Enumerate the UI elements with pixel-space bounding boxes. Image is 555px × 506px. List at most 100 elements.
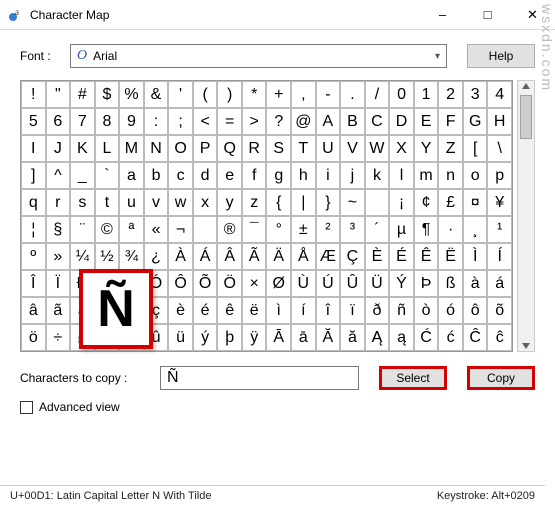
char-cell[interactable]: H [487, 108, 512, 135]
char-cell[interactable]: h [291, 162, 316, 189]
char-cell[interactable]: ¥ [487, 189, 512, 216]
char-cell[interactable]: l [389, 162, 414, 189]
char-cell[interactable]: ^ [46, 162, 71, 189]
char-cell[interactable]: I [21, 135, 46, 162]
copy-button[interactable]: Copy [467, 366, 535, 390]
char-cell[interactable]: þ [217, 324, 242, 351]
char-cell[interactable]: ñ [389, 297, 414, 324]
char-cell[interactable]: ( [193, 81, 218, 108]
char-cell[interactable]: è [168, 297, 193, 324]
char-cell[interactable]: ® [217, 216, 242, 243]
char-cell[interactable]: ¸ [463, 216, 488, 243]
char-cell[interactable]: s [70, 189, 95, 216]
char-cell[interactable]: « [144, 216, 169, 243]
char-cell[interactable]: Æ [316, 243, 341, 270]
char-cell[interactable]: ° [266, 216, 291, 243]
char-cell[interactable]: P [193, 135, 218, 162]
char-cell[interactable]: ê [217, 297, 242, 324]
char-cell[interactable]: Ā [266, 324, 291, 351]
char-cell[interactable]: ) [217, 81, 242, 108]
char-cell[interactable]: d [193, 162, 218, 189]
char-cell[interactable]: B [340, 108, 365, 135]
char-cell[interactable]: " [46, 81, 71, 108]
char-cell[interactable]: L [95, 135, 120, 162]
char-cell[interactable]: > [242, 108, 267, 135]
char-cell[interactable]: U [316, 135, 341, 162]
char-cell[interactable]: 8 [95, 108, 120, 135]
char-cell[interactable]: k [365, 162, 390, 189]
char-cell[interactable]: 5 [21, 108, 46, 135]
char-cell[interactable]: | [291, 189, 316, 216]
char-cell[interactable]: ¶ [414, 216, 439, 243]
char-cell[interactable]: _ [70, 162, 95, 189]
char-cell[interactable]: z [242, 189, 267, 216]
char-cell[interactable]: ! [21, 81, 46, 108]
char-cell[interactable]: ý [193, 324, 218, 351]
char-cell[interactable]: Â [217, 243, 242, 270]
char-cell[interactable]: E [414, 108, 439, 135]
char-cell[interactable]: S [266, 135, 291, 162]
char-cell[interactable]: N [144, 135, 169, 162]
char-cell[interactable]: 0 [389, 81, 414, 108]
char-cell[interactable]: u [119, 189, 144, 216]
char-cell[interactable]: Û [340, 270, 365, 297]
char-cell[interactable]: < [193, 108, 218, 135]
char-cell[interactable]: ; [168, 108, 193, 135]
advanced-view-checkbox[interactable] [20, 401, 33, 414]
char-cell[interactable]: a [119, 162, 144, 189]
char-cell[interactable]: . [340, 81, 365, 108]
char-cell[interactable]: Á [193, 243, 218, 270]
char-cell[interactable]: Y [414, 135, 439, 162]
char-cell[interactable]: Ï [46, 270, 71, 297]
char-cell[interactable]: 6 [46, 108, 71, 135]
char-cell[interactable]: ă [340, 324, 365, 351]
char-cell[interactable]: Ô [168, 270, 193, 297]
char-cell[interactable]: Þ [414, 270, 439, 297]
char-cell[interactable]: Å [291, 243, 316, 270]
char-cell[interactable]: D [389, 108, 414, 135]
char-cell[interactable]: x [193, 189, 218, 216]
char-cell[interactable]: Ì [463, 243, 488, 270]
char-cell[interactable]: ] [21, 162, 46, 189]
characters-to-copy-input[interactable]: Ñ [160, 366, 359, 390]
char-cell[interactable]: ¨ [70, 216, 95, 243]
char-cell[interactable]: é [193, 297, 218, 324]
char-cell[interactable]: à [463, 270, 488, 297]
char-cell[interactable]: X [389, 135, 414, 162]
char-cell[interactable]: 3 [463, 81, 488, 108]
char-cell[interactable]: + [266, 81, 291, 108]
char-cell[interactable]: 7 [70, 108, 95, 135]
char-cell[interactable]: Í [487, 243, 512, 270]
grid-scrollbar[interactable] [517, 80, 535, 352]
maximize-button[interactable]: □ [465, 0, 510, 30]
char-cell[interactable]: Ć [414, 324, 439, 351]
char-cell[interactable]: V [340, 135, 365, 162]
char-cell[interactable]: Î [21, 270, 46, 297]
char-cell[interactable]: Ö [217, 270, 242, 297]
char-cell[interactable]: y [217, 189, 242, 216]
char-cell[interactable]: ą [389, 324, 414, 351]
char-cell[interactable]: R [242, 135, 267, 162]
char-cell[interactable]: M [119, 135, 144, 162]
char-cell[interactable]: á [487, 270, 512, 297]
char-cell[interactable]: Ą [365, 324, 390, 351]
char-cell[interactable]: ´ [365, 216, 390, 243]
char-cell[interactable]: C [365, 108, 390, 135]
char-cell[interactable]: $ [95, 81, 120, 108]
char-cell[interactable]: & [144, 81, 169, 108]
char-cell[interactable]: ¯ [242, 216, 267, 243]
char-cell[interactable]: [ [463, 135, 488, 162]
char-cell[interactable]: ¦ [21, 216, 46, 243]
char-cell[interactable]: ¼ [70, 243, 95, 270]
char-cell[interactable]: Ç [340, 243, 365, 270]
char-cell[interactable]: ć [438, 324, 463, 351]
char-cell[interactable]: Õ [193, 270, 218, 297]
font-dropdown[interactable]: O Arial ▾ [70, 44, 447, 68]
char-cell[interactable]: ¢ [414, 189, 439, 216]
char-cell[interactable]: 2 [438, 81, 463, 108]
char-cell[interactable]: Ĉ [463, 324, 488, 351]
char-cell[interactable]: ³ [340, 216, 365, 243]
char-cell[interactable]: ÷ [46, 324, 71, 351]
char-cell[interactable]: £ [438, 189, 463, 216]
char-cell[interactable]: W [365, 135, 390, 162]
